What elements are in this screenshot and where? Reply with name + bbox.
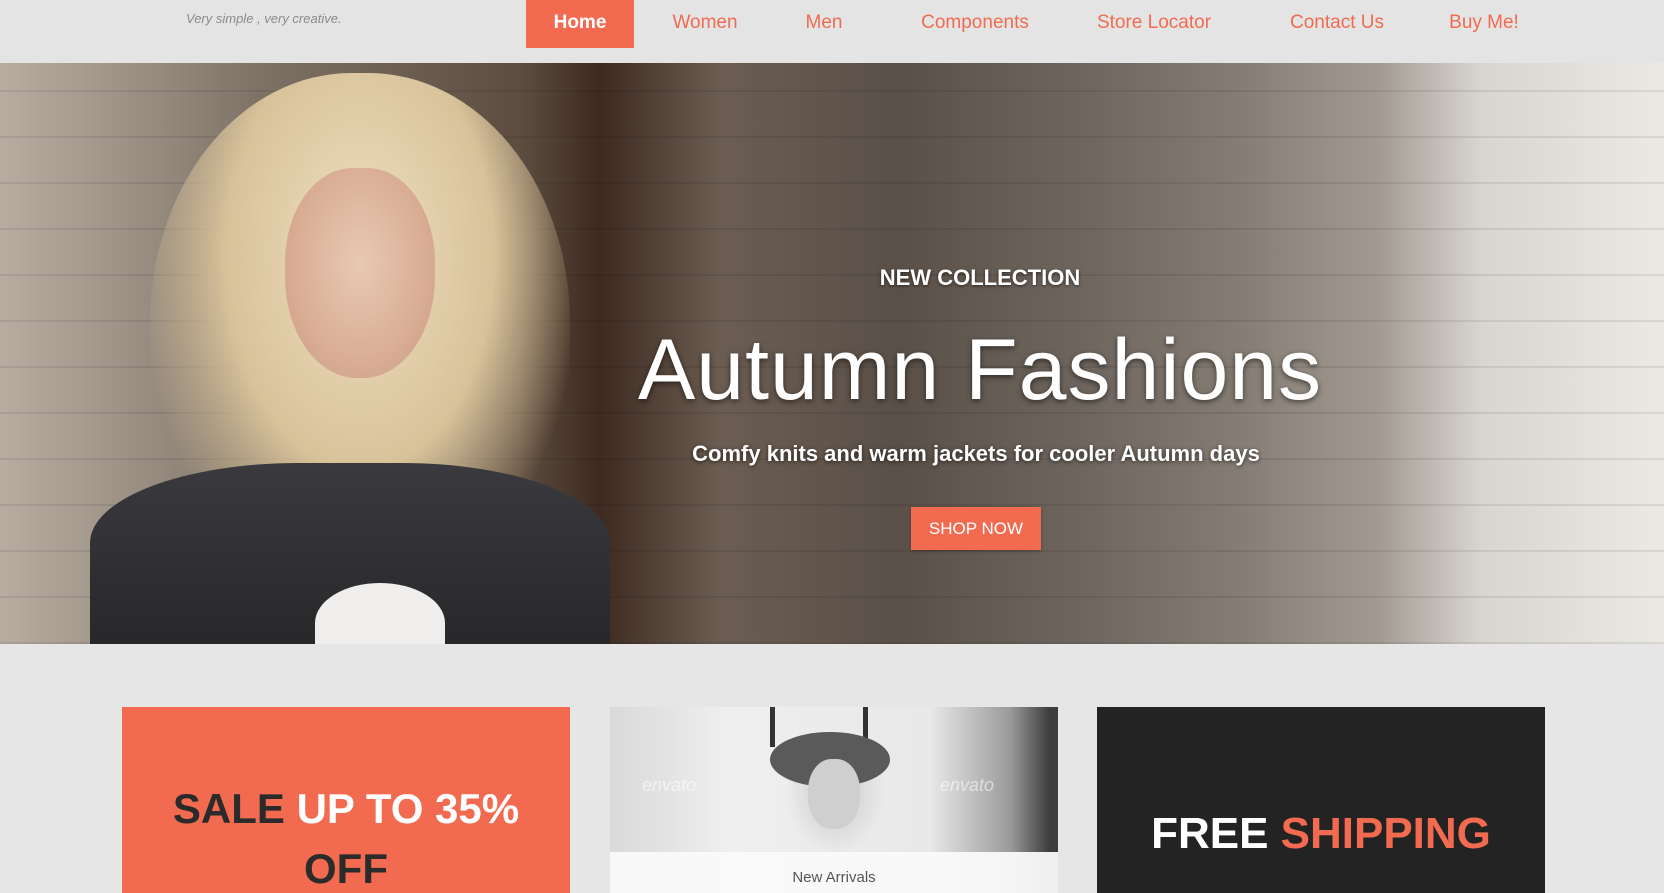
nav-item-contact-us[interactable]: Contact Us: [1270, 0, 1404, 48]
hero-eyebrow: NEW COLLECTION: [879, 265, 1081, 290]
shipping-label: SHIPPING: [1280, 809, 1491, 858]
free-shipping-text: FREE SHIPPING: [1097, 809, 1545, 859]
watermark-text: envato: [642, 775, 697, 795]
nav-item-components[interactable]: Components: [900, 0, 1050, 48]
sale-promo-text: SALE UP TO 35% OFF: [122, 779, 570, 893]
nav-item-store-locator[interactable]: Store Locator: [1082, 0, 1226, 48]
site-tagline: Very simple , very creative.: [186, 11, 342, 26]
new-arrivals-label: New Arrivals: [610, 852, 1058, 893]
free-shipping-card[interactable]: FREE SHIPPING: [1097, 707, 1545, 893]
model-face: [808, 759, 860, 829]
swing-rope: [770, 707, 775, 747]
sale-label: SALE: [172, 785, 297, 832]
nav-item-men[interactable]: Men: [794, 0, 854, 48]
sale-promo-card[interactable]: SALE UP TO 35% OFF: [122, 707, 570, 893]
shop-now-button[interactable]: SHOP NOW: [911, 507, 1041, 550]
nav-item-women[interactable]: Women: [660, 0, 750, 48]
watermark-text: envato: [940, 775, 995, 795]
nav-item-buy-me[interactable]: Buy Me!: [1438, 0, 1530, 48]
free-label: FREE: [1151, 809, 1281, 858]
new-arrivals-card[interactable]: envato envato New Arrivals: [610, 707, 1058, 893]
hero-subtitle: Comfy knits and warm jackets for cooler …: [692, 441, 1260, 466]
hero-title: Autumn Fashions: [637, 322, 1323, 418]
nav-item-home[interactable]: Home: [526, 0, 634, 48]
sale-off: OFF: [304, 845, 388, 892]
top-bar: Very simple , very creative. Home Women …: [0, 0, 1664, 63]
hero-slider: NEW COLLECTION Autumn Fashions Comfy kni…: [0, 63, 1664, 644]
sale-percent: UP TO 35%: [296, 785, 520, 832]
